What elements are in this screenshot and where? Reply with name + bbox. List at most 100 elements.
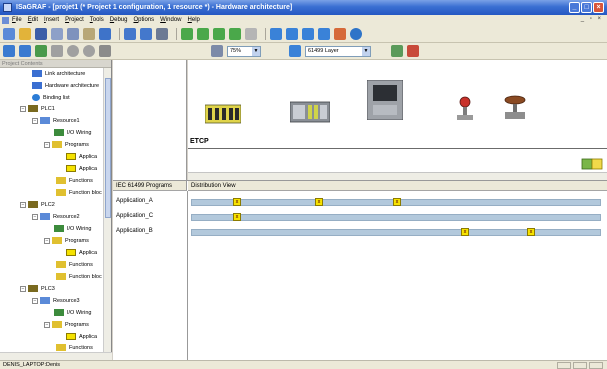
tree-item-io-wiring[interactable]: I/O Wiring <box>54 224 91 233</box>
function-block-icon[interactable]: x <box>233 213 241 221</box>
collapse-icon[interactable]: − <box>32 117 38 124</box>
function-block-icon[interactable]: x <box>527 228 535 236</box>
plc-rack-1-icon[interactable] <box>205 103 241 125</box>
layer-select[interactable]: 61499 Layer ▼ <box>305 45 371 57</box>
function-block-icon[interactable]: x <box>315 198 323 206</box>
tree-item-hardware-architecture[interactable]: Hardware architecture <box>32 81 99 90</box>
tree-item-functions[interactable]: Functions <box>56 176 93 185</box>
new-icon[interactable] <box>3 27 15 40</box>
document-icon[interactable] <box>2 16 9 24</box>
tree-item-programs[interactable]: − Programs <box>44 236 89 245</box>
menu-edit[interactable]: Edit <box>28 17 38 23</box>
hardware-architecture-view[interactable] <box>188 60 607 180</box>
tree-item-plc1[interactable]: − PLC1 <box>20 104 55 113</box>
function-block-icon[interactable]: x <box>393 198 401 206</box>
tree-item-functions[interactable]: Functions <box>56 343 93 352</box>
open-icon[interactable] <box>19 27 31 40</box>
menu-project[interactable]: Project <box>65 17 84 23</box>
tree-vertical-scrollbar[interactable] <box>103 68 111 352</box>
tree-item-functions[interactable]: Functions <box>56 260 93 269</box>
monitor-icon[interactable] <box>334 27 346 40</box>
distribution-bar[interactable] <box>191 214 601 221</box>
clean-icon[interactable] <box>229 27 241 40</box>
tree-item-program[interactable]: Applica <box>66 332 97 341</box>
menu-file[interactable]: File <box>12 17 22 23</box>
tree-item-plc2[interactable]: − PLC2 <box>20 200 55 209</box>
forward-icon[interactable] <box>140 27 152 40</box>
search-icon[interactable] <box>99 45 111 57</box>
collapse-icon[interactable]: − <box>32 213 38 220</box>
filter-icon[interactable] <box>318 27 330 40</box>
zoom-select[interactable]: 75% ▼ <box>227 45 261 57</box>
menu-tools[interactable]: Tools <box>90 17 104 23</box>
collapse-icon[interactable]: − <box>20 285 26 292</box>
menu-window[interactable]: Window <box>160 17 181 23</box>
tree-item-resource1[interactable]: − Resource1 <box>32 116 80 125</box>
maximize-button[interactable]: □ <box>581 2 592 13</box>
program-row-application-c[interactable]: Application_C <box>116 213 153 219</box>
save-icon[interactable] <box>35 27 47 40</box>
rebuild-icon[interactable] <box>197 27 209 40</box>
minimize-button[interactable]: _ <box>569 2 580 13</box>
function-block-icon[interactable]: x <box>461 228 469 236</box>
collapse-icon[interactable]: − <box>44 237 50 244</box>
tree-item-function-blocks[interactable]: Function bloc <box>56 188 102 197</box>
back-icon[interactable] <box>124 27 136 40</box>
tree-item-plc3[interactable]: − PLC3 <box>20 284 55 293</box>
tree-item-programs[interactable]: − Programs <box>44 320 89 329</box>
menu-help[interactable]: Help <box>188 17 200 23</box>
exit-icon[interactable] <box>407 45 419 57</box>
paste-icon[interactable] <box>83 27 95 40</box>
tree-item-program[interactable]: Applica <box>66 164 97 173</box>
tree-item-link-architecture[interactable]: Link architecture <box>32 69 85 78</box>
red-valve-icon[interactable] <box>455 96 475 124</box>
tree-item-resource3[interactable]: − Resource3 <box>32 296 80 305</box>
layer-icon[interactable] <box>289 45 301 57</box>
flag-icon[interactable] <box>51 45 63 57</box>
dot-icon[interactable] <box>67 45 79 57</box>
build-all-icon[interactable] <box>213 27 225 40</box>
download-icon[interactable] <box>270 27 282 40</box>
tree-item-binding-list[interactable]: Binding list <box>32 93 70 102</box>
tree-item-io-wiring[interactable]: I/O Wiring <box>54 128 91 137</box>
stop-icon[interactable] <box>245 27 257 40</box>
brown-valve-icon[interactable] <box>502 94 528 124</box>
cut-icon[interactable] <box>51 27 63 40</box>
zoom-icon[interactable] <box>211 45 223 57</box>
menu-options[interactable]: Options <box>133 17 154 23</box>
tree-item-program[interactable]: Applica <box>66 152 97 161</box>
chevron-down-icon[interactable]: ▼ <box>362 46 370 56</box>
tree-item-program[interactable]: Applica <box>66 248 97 257</box>
tree-item-function-blocks[interactable]: Function bloc <box>56 272 102 281</box>
copy-icon[interactable] <box>67 27 79 40</box>
chevron-down-icon[interactable]: ▼ <box>252 46 260 56</box>
arrow-icon[interactable] <box>19 45 31 57</box>
print-icon[interactable] <box>156 27 168 40</box>
tree-item-resource2[interactable]: − Resource2 <box>32 212 80 221</box>
network-add-icon[interactable] <box>580 157 604 171</box>
hardware-horizontal-scrollbar[interactable] <box>188 172 607 180</box>
undo-icon[interactable] <box>99 27 111 40</box>
dot-icon[interactable] <box>83 45 95 57</box>
collapse-icon[interactable]: − <box>20 105 26 112</box>
network-icon[interactable] <box>3 45 15 57</box>
collapse-icon[interactable]: − <box>32 297 38 304</box>
controller-panel-icon[interactable] <box>367 80 403 120</box>
function-block-icon[interactable]: x <box>233 198 241 206</box>
tree-horizontal-scrollbar[interactable] <box>0 352 112 360</box>
tree-item-programs[interactable]: − Programs <box>44 140 89 149</box>
step-icon[interactable] <box>286 27 298 40</box>
collapse-icon[interactable]: − <box>20 201 26 208</box>
program-row-application-a[interactable]: Application_A <box>116 198 153 204</box>
globe-icon[interactable] <box>350 27 362 40</box>
run-icon[interactable] <box>302 27 314 40</box>
scroll-thumb[interactable] <box>105 78 111 218</box>
collapse-icon[interactable]: − <box>44 321 50 328</box>
palette-icon[interactable] <box>35 45 47 57</box>
menu-debug[interactable]: Debug <box>110 17 128 23</box>
properties-icon[interactable] <box>391 45 403 57</box>
mdi-controls[interactable]: _ ▫ × <box>581 16 603 22</box>
tree-item-io-wiring[interactable]: I/O Wiring <box>54 308 91 317</box>
close-button[interactable]: × <box>593 2 604 13</box>
collapse-icon[interactable]: − <box>44 141 50 148</box>
